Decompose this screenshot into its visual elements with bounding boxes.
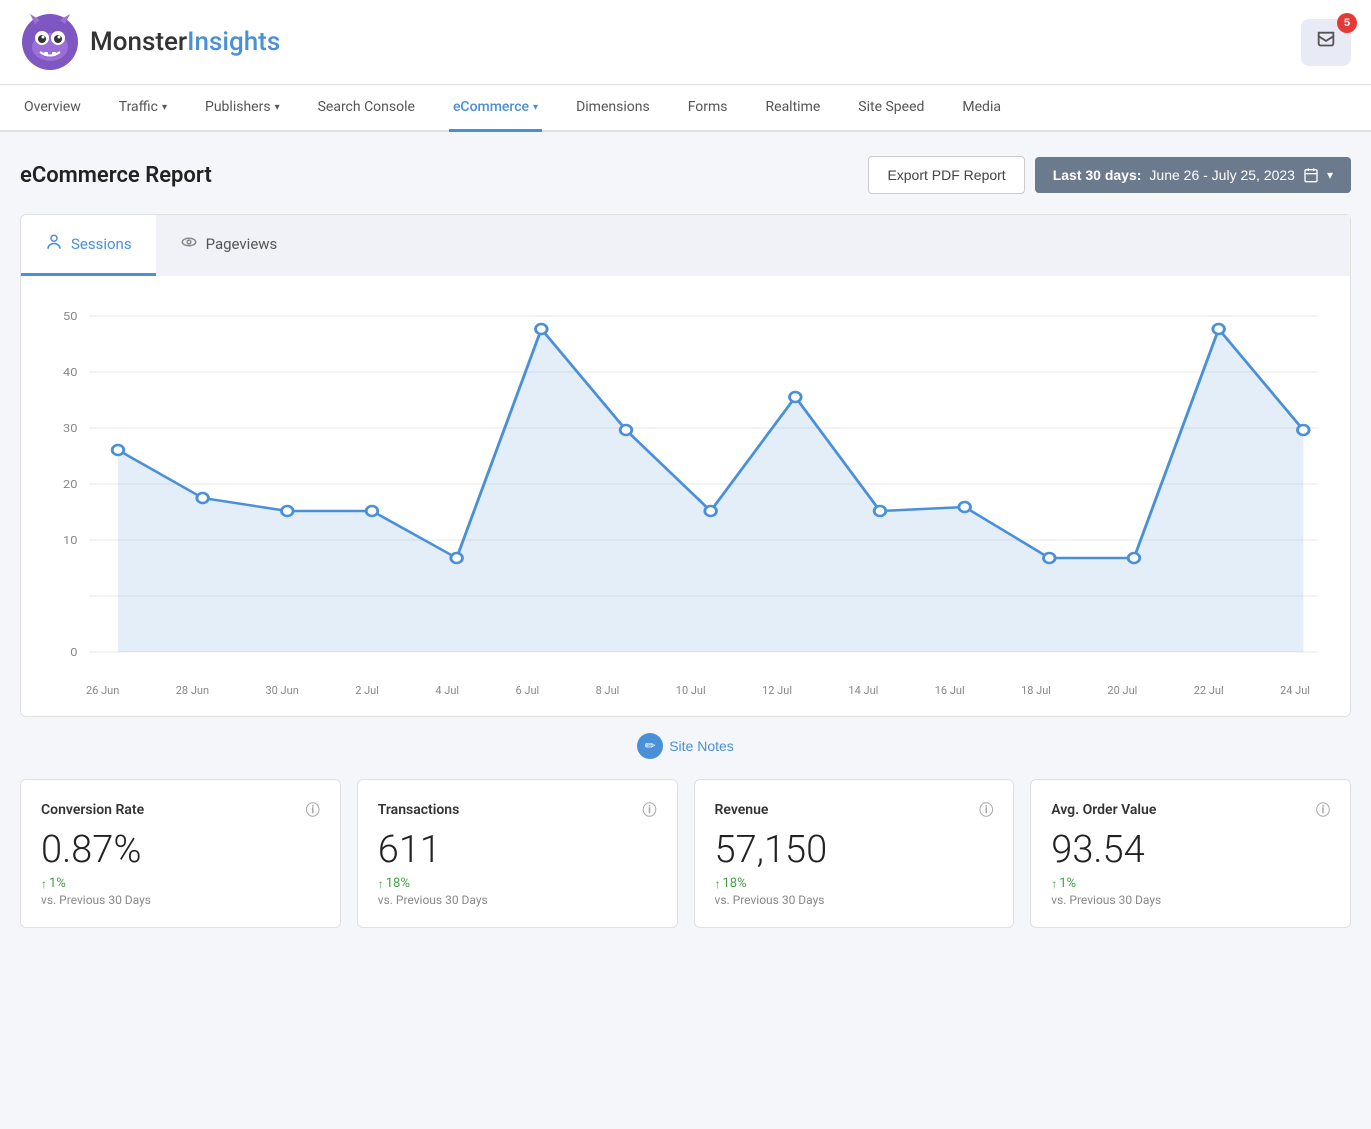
- svg-text:50: 50: [63, 310, 78, 323]
- stat-change: ↑ 1%: [1051, 876, 1330, 891]
- up-arrow-icon: ↑: [41, 877, 47, 891]
- stat-period: vs. Previous 30 Days: [1051, 893, 1330, 907]
- stat-value: 93.54: [1051, 828, 1330, 872]
- chart-area: 50 40 30 20 10 0: [21, 276, 1350, 716]
- svg-text:0: 0: [70, 646, 77, 659]
- nav-dimensions[interactable]: Dimensions: [572, 85, 654, 132]
- nav-overview[interactable]: Overview: [20, 85, 85, 132]
- person-icon: [45, 233, 63, 255]
- logo-area: MonsterInsights: [20, 12, 280, 72]
- info-icon[interactable]: ⓘ: [306, 800, 320, 820]
- info-icon[interactable]: ⓘ: [979, 800, 993, 820]
- stat-change: ↑ 1%: [41, 876, 320, 891]
- main-content: eCommerce Report Export PDF Report Last …: [0, 132, 1371, 952]
- stat-revenue: Revenue ⓘ 57,150 ↑ 18% vs. Previous 30 D…: [694, 779, 1015, 928]
- chevron-down-icon: ▾: [1327, 168, 1333, 182]
- chevron-down-icon: ▾: [275, 102, 280, 113]
- up-arrow-icon: ↑: [1051, 877, 1057, 891]
- stat-label: Revenue ⓘ: [715, 800, 994, 820]
- stat-period: vs. Previous 30 Days: [41, 893, 320, 907]
- chevron-down-icon: ▾: [533, 102, 538, 113]
- logo-text: MonsterInsights: [90, 27, 280, 57]
- line-chart: 50 40 30 20 10 0: [31, 296, 1330, 676]
- notification-button[interactable]: 5: [1301, 19, 1351, 66]
- stat-value: 611: [378, 828, 657, 872]
- stat-change: ↑ 18%: [715, 876, 994, 891]
- stat-change: ↑ 18%: [378, 876, 657, 891]
- report-actions: Export PDF Report Last 30 days: June 26 …: [868, 156, 1351, 194]
- stat-avg-order-value: Avg. Order Value ⓘ 93.54 ↑ 1% vs. Previo…: [1030, 779, 1351, 928]
- tab-pageviews[interactable]: Pageviews: [156, 215, 1350, 276]
- stat-period: vs. Previous 30 Days: [378, 893, 657, 907]
- pencil-icon: ✏: [637, 733, 663, 759]
- nav-forms[interactable]: Forms: [684, 85, 732, 132]
- stat-transactions: Transactions ⓘ 611 ↑ 18% vs. Previous 30…: [357, 779, 678, 928]
- svg-text:30: 30: [63, 422, 78, 435]
- eye-icon: [180, 233, 198, 255]
- site-notes-section: ✏ Site Notes: [20, 733, 1351, 759]
- main-nav: Overview Traffic ▾ Publishers ▾ Search C…: [0, 85, 1371, 132]
- info-icon[interactable]: ⓘ: [1316, 800, 1330, 820]
- info-icon[interactable]: ⓘ: [643, 800, 657, 820]
- nav-publishers[interactable]: Publishers ▾: [201, 85, 284, 132]
- stat-label: Avg. Order Value ⓘ: [1051, 800, 1330, 820]
- page-title: eCommerce Report: [20, 163, 212, 188]
- stat-value: 0.87%: [41, 828, 320, 872]
- up-arrow-icon: ↑: [715, 877, 721, 891]
- svg-text:10: 10: [63, 534, 78, 547]
- nav-site-speed[interactable]: Site Speed: [854, 85, 928, 132]
- x-axis-labels: 26 Jun 28 Jun 30 Jun 2 Jul 4 Jul 6 Jul 8…: [31, 684, 1330, 697]
- export-pdf-button[interactable]: Export PDF Report: [868, 156, 1024, 194]
- calendar-icon: [1303, 167, 1319, 183]
- nav-realtime[interactable]: Realtime: [762, 85, 825, 132]
- date-range-button[interactable]: Last 30 days: June 26 - July 25, 2023 ▾: [1035, 157, 1351, 193]
- nav-ecommerce[interactable]: eCommerce ▾: [449, 85, 542, 132]
- header-right: 5: [1301, 19, 1351, 66]
- svg-text:20: 20: [63, 478, 78, 491]
- chart-card: Sessions Pageviews: [20, 214, 1351, 717]
- nav-search-console[interactable]: Search Console: [314, 85, 419, 132]
- stat-label: Conversion Rate ⓘ: [41, 800, 320, 820]
- svg-text:40: 40: [63, 366, 78, 379]
- report-header: eCommerce Report Export PDF Report Last …: [20, 156, 1351, 194]
- stat-conversion-rate: Conversion Rate ⓘ 0.87% ↑ 1% vs. Previou…: [20, 779, 341, 928]
- chart-tabs: Sessions Pageviews: [21, 215, 1350, 276]
- header: MonsterInsights 5: [0, 0, 1371, 85]
- up-arrow-icon: ↑: [378, 877, 384, 891]
- site-notes-button[interactable]: ✏ Site Notes: [637, 733, 734, 759]
- nav-media[interactable]: Media: [958, 85, 1005, 132]
- chevron-down-icon: ▾: [162, 102, 167, 113]
- notification-badge: 5: [1337, 13, 1357, 33]
- stats-grid: Conversion Rate ⓘ 0.87% ↑ 1% vs. Previou…: [20, 779, 1351, 928]
- stat-period: vs. Previous 30 Days: [715, 893, 994, 907]
- stat-label: Transactions ⓘ: [378, 800, 657, 820]
- nav-traffic[interactable]: Traffic ▾: [115, 85, 171, 132]
- stat-value: 57,150: [715, 828, 994, 872]
- tab-sessions[interactable]: Sessions: [21, 215, 156, 276]
- logo-icon: [20, 12, 80, 72]
